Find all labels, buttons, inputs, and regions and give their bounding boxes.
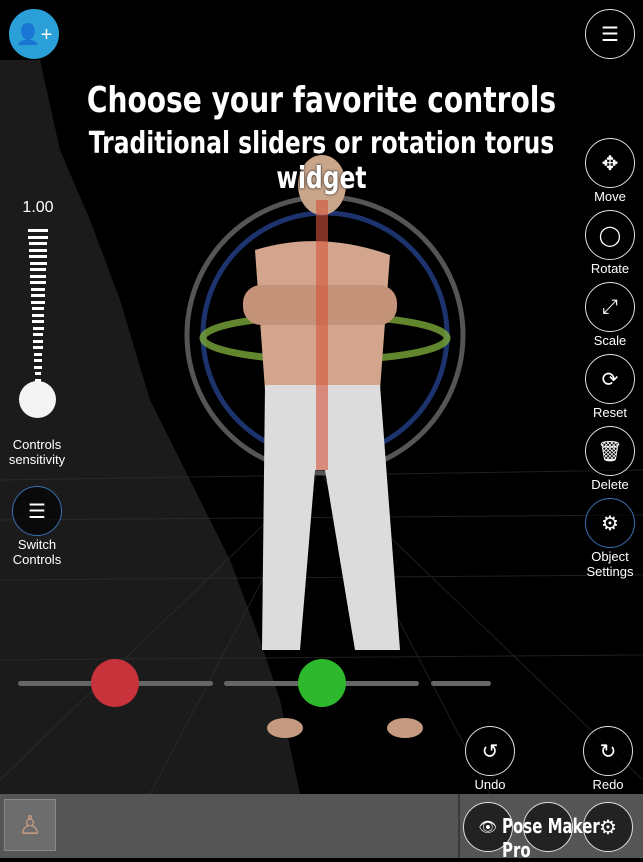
slider-tick [33, 352, 43, 356]
slider-tick [31, 300, 45, 304]
person-gear-icon: ⚙ [601, 512, 619, 535]
menu-button[interactable]: ☰ [585, 9, 635, 59]
rotate-icon: ◯ [598, 224, 622, 247]
banner-line-1: Choose your favorite controls [86, 80, 557, 121]
object-settings-button[interactable]: ⚙ [585, 498, 635, 548]
slider-tick [30, 287, 46, 291]
redo-button[interactable]: ↻ [583, 726, 633, 776]
move-button[interactable]: ✥ [585, 138, 635, 188]
slider-tick [34, 365, 42, 369]
slider-knob-green[interactable] [298, 659, 346, 707]
person-plus-icon: 👤+ [15, 23, 53, 46]
slider-tick [28, 229, 48, 232]
slider-tick [28, 248, 48, 252]
scale-arrows-icon: ⤢ [602, 295, 618, 318]
slider-tick [31, 307, 45, 310]
slider-tick [28, 235, 48, 239]
slider-tick [30, 281, 46, 284]
reset-button[interactable]: ⟳ [585, 354, 635, 404]
refresh-icon: ⟳ [601, 368, 619, 391]
redo-label: Redo [592, 777, 624, 792]
sensitivity-slider[interactable] [0, 225, 80, 435]
switch-controls-label: Switch Controls [12, 537, 62, 567]
human-figure-model [243, 155, 423, 738]
add-figure-button[interactable]: 👤+ [9, 9, 59, 59]
watermark: Pose Maker Pro [502, 814, 600, 862]
sensitivity-slider-thumb[interactable] [19, 381, 56, 418]
move-arrows-icon: ✥ [601, 152, 619, 175]
slider-tick [29, 255, 47, 258]
switch-controls-button[interactable]: ☰ [12, 486, 62, 536]
slider-tick [31, 313, 45, 317]
slider-tick [32, 333, 44, 336]
figure-thumbnail[interactable]: ♙ [4, 799, 56, 851]
hamburger-icon: ☰ [601, 23, 619, 46]
slider-tick [34, 359, 42, 362]
slider-tick [32, 320, 44, 323]
slider-knob-red[interactable] [91, 659, 139, 707]
move-label: Move [594, 189, 626, 204]
slider-tick [30, 274, 46, 278]
delete-button[interactable]: 🗑 [585, 426, 635, 476]
scale-button[interactable]: ⤢ [585, 282, 635, 332]
banner-line-2: Traditional sliders or rotation torus wi… [88, 126, 555, 196]
slider-tick [34, 372, 42, 375]
trash-icon: 🗑 [597, 440, 623, 463]
sliders-icon: ☰ [28, 500, 46, 523]
reset-label: Reset [593, 405, 627, 420]
rotate-button[interactable]: ◯ [585, 210, 635, 260]
slider-tick [29, 261, 47, 265]
undo-button[interactable]: ↺ [465, 726, 515, 776]
sensitivity-label: Controls sensitivity [8, 437, 66, 467]
rotate-label: Rotate [590, 261, 630, 276]
slider-tick [31, 294, 45, 297]
slider-track-blue[interactable] [431, 681, 491, 686]
slider-tick [32, 326, 44, 330]
slider-tick [29, 268, 47, 271]
sensitivity-value: 1.00 [22, 199, 54, 216]
slider-tick [28, 242, 48, 245]
scale-label: Scale [593, 333, 627, 348]
slider-tick [33, 339, 43, 343]
bottom-toolbar: ♙ 👁 ⚙ Pose Maker Pro [0, 794, 643, 862]
undo-icon: ↺ [481, 740, 499, 763]
undo-label: Undo [474, 777, 506, 792]
figure-thumbnail-icon: ♙ [18, 809, 42, 840]
object-settings-label: Object Settings [586, 549, 634, 579]
eye-icon: 👁 [478, 819, 498, 836]
slider-tick [33, 346, 43, 349]
redo-icon: ↻ [599, 740, 617, 763]
delete-label: Delete [591, 477, 629, 492]
